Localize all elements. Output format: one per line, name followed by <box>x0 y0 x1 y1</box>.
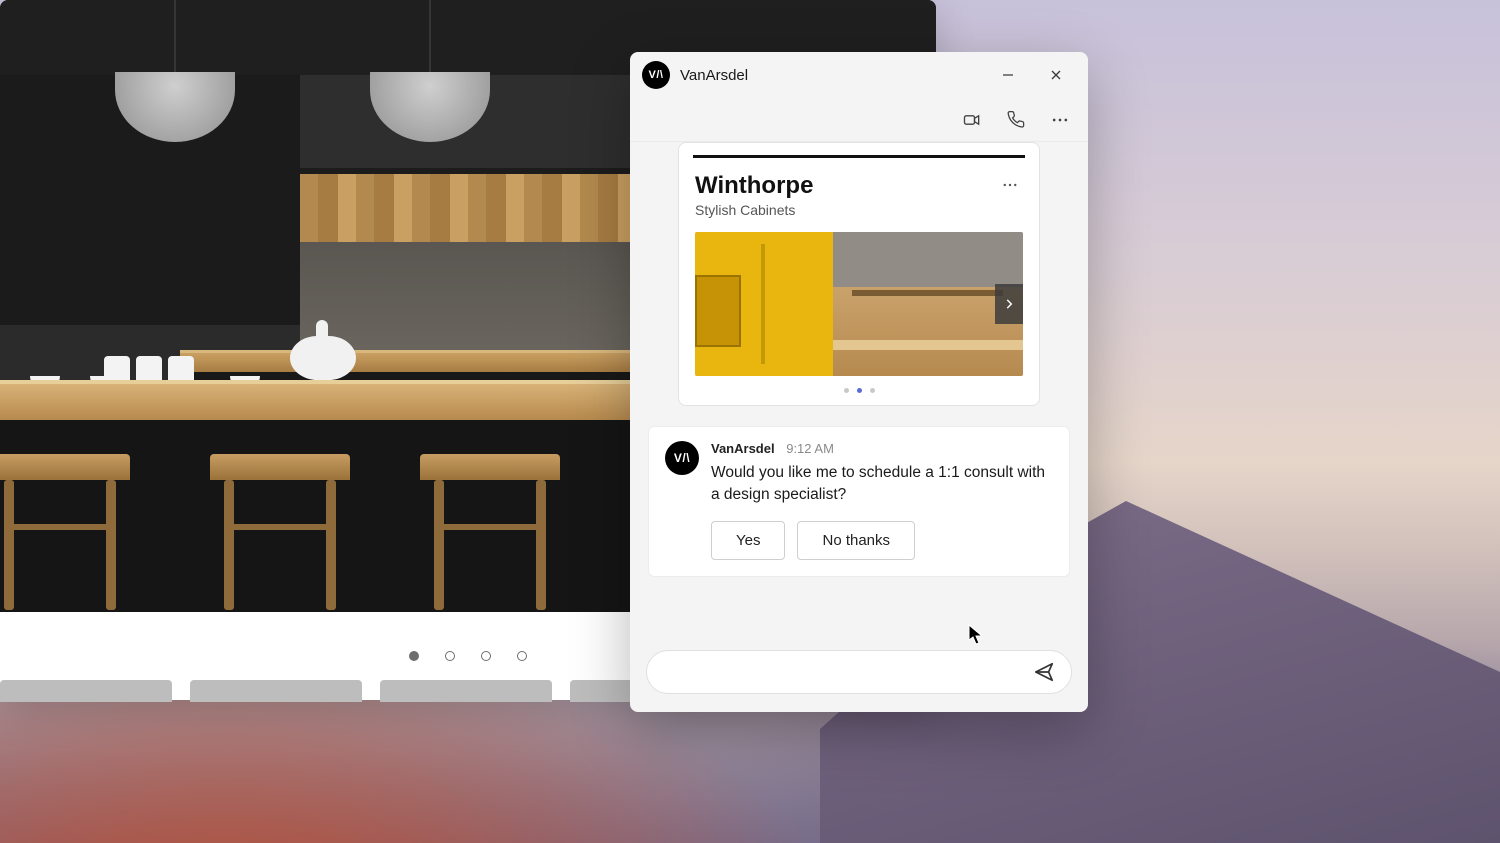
thumbnail[interactable] <box>0 680 172 702</box>
close-button[interactable] <box>1036 59 1076 91</box>
product-title: Winthorpe <box>695 172 813 200</box>
thumbnail[interactable] <box>190 680 362 702</box>
product-carousel-dots <box>695 388 1023 393</box>
product-dot[interactable] <box>844 388 849 393</box>
chat-title: VanArsdel <box>680 67 748 84</box>
app-logo: V/\ <box>642 61 670 89</box>
product-more-button[interactable] <box>997 172 1023 198</box>
send-button[interactable] <box>1027 655 1061 689</box>
no-thanks-button[interactable]: No thanks <box>797 521 915 560</box>
thumbnail[interactable] <box>380 680 552 702</box>
audio-call-button[interactable] <box>996 102 1036 138</box>
carousel-dot[interactable] <box>445 651 455 661</box>
carousel-dot[interactable] <box>481 651 491 661</box>
video-call-button[interactable] <box>952 102 992 138</box>
carousel-dot[interactable] <box>517 651 527 661</box>
chat-titlebar: V/\ VanArsdel <box>630 52 1088 98</box>
carousel-dot[interactable] <box>409 651 419 661</box>
product-next-button[interactable] <box>995 284 1023 324</box>
product-subtitle: Stylish Cabinets <box>695 202 813 218</box>
more-options-button[interactable] <box>1040 102 1080 138</box>
chat-message-area: Winthorpe Stylish Cabinets <box>630 142 1088 640</box>
sender-avatar: V/\ <box>665 441 699 560</box>
product-dot[interactable] <box>870 388 875 393</box>
sender-name: VanArsdel <box>711 441 775 456</box>
chat-window: V/\ VanArsdel <box>630 52 1088 712</box>
composer <box>630 640 1088 712</box>
product-dot[interactable] <box>857 388 862 393</box>
message-input[interactable] <box>665 664 1027 681</box>
minimize-button[interactable] <box>988 59 1028 91</box>
message-text: Would you like me to schedule a 1:1 cons… <box>711 462 1053 507</box>
message-time: 9:12 AM <box>786 441 834 456</box>
yes-button[interactable]: Yes <box>711 521 785 560</box>
product-image <box>695 232 1023 376</box>
chat-message: V/\ VanArsdel 9:12 AM Would you like me … <box>648 426 1070 577</box>
product-card: Winthorpe Stylish Cabinets <box>678 142 1040 406</box>
chat-toolbar <box>630 98 1088 142</box>
